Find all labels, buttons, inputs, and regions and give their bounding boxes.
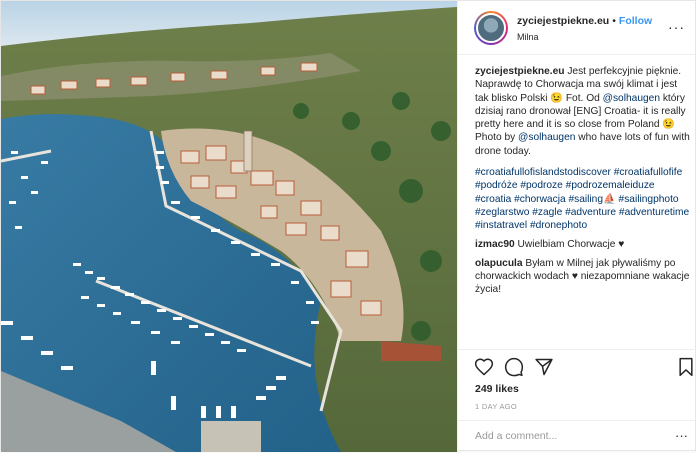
hashtag-link[interactable]: #zeglarstwo [475,207,529,218]
post-timestamp[interactable]: 1 DAY AGO [475,402,517,411]
instagram-post: zyciejestpiekne.eu • Follow Milna ··· zyci… [0,0,696,452]
hashtag-link[interactable]: #podróże [475,180,517,191]
post-header: zyciejestpiekne.eu • Follow Milna ··· [458,1,696,55]
hashtag-link[interactable]: #chorwacja [514,194,566,205]
comment-text: Uwielbiam Chorwacje ♥ [514,238,625,250]
share-icon[interactable] [534,357,554,377]
post-side-panel: zyciejestpiekne.eu • Follow Milna ··· zyci… [457,1,696,452]
add-comment-input[interactable]: Add a comment... [475,430,557,442]
hashtag-link[interactable]: #croatia [475,194,511,205]
hashtag-link[interactable]: #sailing⛵ [568,194,615,205]
post-actions: 249 likes 1 DAY AGO Add a comment... ··· [458,349,696,452]
bookmark-icon[interactable] [676,357,696,377]
aerial-harbor-image [1,1,457,452]
hashtag-link[interactable]: #podrozemaleiduze [566,180,655,191]
hashtag-list: #croatiafullofislandstodiscover #croatia… [475,166,691,232]
follow-button[interactable]: Follow [619,15,652,27]
avatar[interactable] [474,11,508,45]
hashtag-link[interactable]: #podroze [520,180,562,191]
mention-link[interactable]: @solhaugen [518,132,575,143]
comment-username[interactable]: olapucula [475,258,523,269]
username-link[interactable]: zyciejestpiekne.eu [517,15,609,27]
hashtag-link[interactable]: #croatiafullofislandstodiscover [475,167,611,178]
hashtag-link[interactable]: #croatiafullofife [614,167,683,178]
likes-count[interactable]: 249 likes [475,383,519,395]
post-user-line: zyciejestpiekne.eu • Follow [517,15,652,27]
add-comment-bar: Add a comment... ··· [458,420,696,453]
separator-dot: • [612,15,616,27]
comments-section: zyciejestpiekne.eu Jest perfekcyjnie pię… [475,65,691,297]
hashtag-link[interactable]: #zagle [532,207,562,218]
location-link[interactable]: Milna [517,32,539,42]
avatar-image [476,13,506,43]
comment-item: izmac90 Uwielbiam Chorwacje ♥ [475,238,691,251]
heart-icon[interactable] [474,357,494,377]
comment-icon[interactable] [504,357,524,377]
hashtag-link[interactable]: #dronephoto [530,220,587,231]
hashtag-link[interactable]: #instatravel [475,220,527,231]
comment-item: olapucula Byłam w Milnej jak pływaliśmy … [475,257,691,297]
hashtag-link[interactable]: #sailingphoto [619,194,679,205]
mention-link[interactable]: @solhaugen [603,93,660,104]
comment-options-icon[interactable]: ··· [675,428,688,443]
caption-username[interactable]: zyciejestpiekne.eu [475,66,564,77]
comment-username[interactable]: izmac90 [475,239,515,250]
hashtag-link[interactable]: #adventuretime [619,207,689,218]
caption: zyciejestpiekne.eu Jest perfekcyjnie pię… [475,65,691,158]
hashtag-link[interactable]: #adventure [565,207,616,218]
post-photo[interactable] [1,1,457,452]
more-options-icon[interactable]: ··· [668,19,685,35]
